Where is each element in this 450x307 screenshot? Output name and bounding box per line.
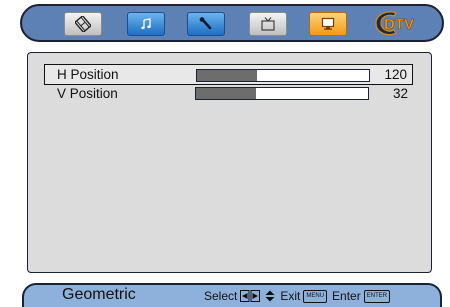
menu-item-v-position[interactable]: V Position 32 — [44, 83, 413, 104]
slider-fill — [197, 70, 258, 81]
v-position-slider[interactable] — [195, 87, 369, 100]
bottom-help-bar: Geometric Select Exit MENU Enter ENTER — [22, 283, 442, 307]
menu-item-label: V Position — [57, 86, 118, 101]
menu-item-h-position[interactable]: H Position 120 — [44, 64, 413, 85]
menu-item-value: 120 — [384, 67, 407, 82]
menu-item-label: H Position — [57, 67, 119, 82]
menu-item-value: 32 — [392, 86, 408, 101]
menu-key-icon: MENU — [303, 289, 328, 303]
tab-pc[interactable] — [309, 12, 347, 36]
film-icon — [75, 16, 91, 32]
svg-text:DTV: DTV — [384, 16, 414, 33]
enter-key-icon: ENTER — [363, 289, 391, 303]
page-title: Geometric — [62, 286, 136, 303]
tab-tv[interactable] — [249, 12, 287, 36]
monitor-icon — [321, 17, 335, 30]
top-tab-bar: DTV — [20, 4, 444, 42]
music-note-icon — [141, 18, 151, 30]
osd-menu: DTV H Position 120 V Position 32 Geometr… — [0, 0, 450, 307]
tab-setup[interactable] — [187, 12, 225, 36]
up-down-arrows-icon — [265, 290, 275, 302]
exit-hint-label: Exit — [280, 289, 301, 303]
menu-panel: H Position 120 V Position 32 — [27, 52, 432, 273]
arrow-keys-icon — [240, 290, 261, 302]
tab-audio[interactable] — [127, 12, 165, 36]
tab-picture[interactable] — [64, 12, 102, 36]
tv-icon — [261, 17, 275, 31]
key-hints: Select Exit MENU Enter ENTER — [204, 289, 395, 303]
wrench-icon — [199, 17, 212, 30]
select-hint-label: Select — [204, 289, 238, 303]
enter-hint-label: Enter — [332, 289, 361, 303]
dtv-logo: DTV — [375, 11, 414, 36]
h-position-slider[interactable] — [196, 69, 370, 82]
slider-fill — [196, 88, 257, 99]
